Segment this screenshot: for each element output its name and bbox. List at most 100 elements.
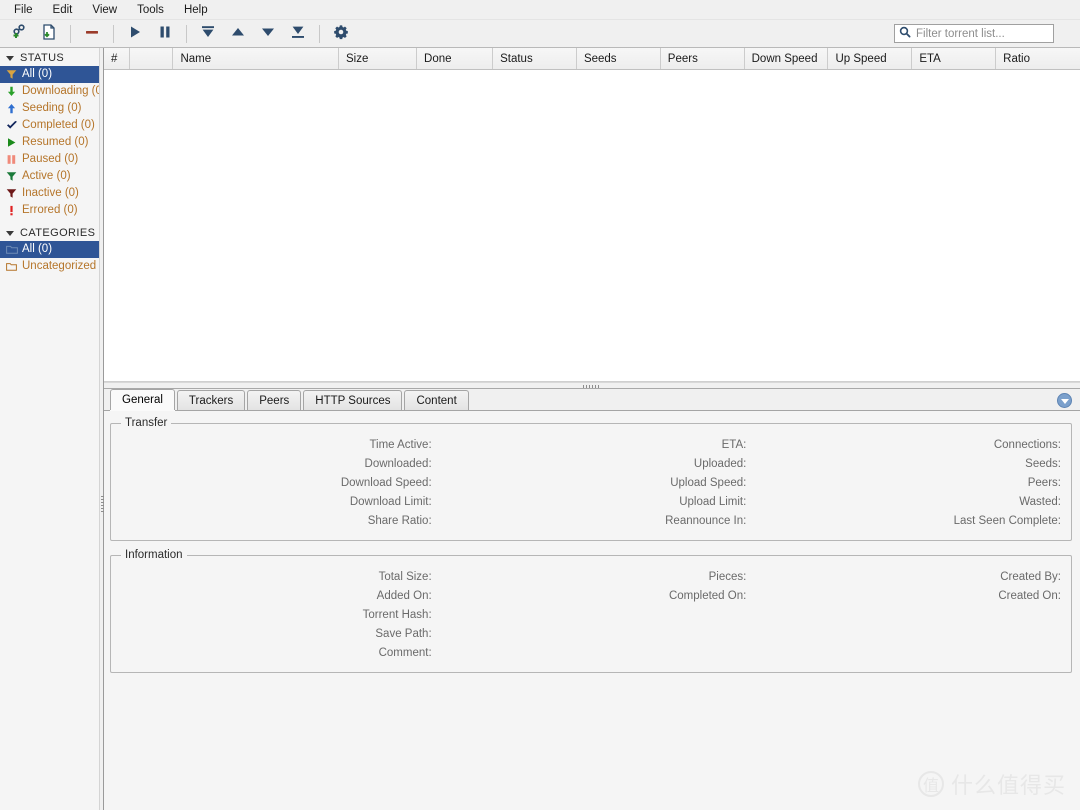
move-bottom-icon	[289, 23, 307, 44]
field-wasted: Wasted:	[1019, 495, 1061, 508]
field-added-on: Added On:	[376, 589, 432, 602]
toolbar-separator-3	[186, 24, 187, 43]
menu-bar: File Edit View Tools Help	[0, 0, 1080, 20]
sidebar-item-uncategorized[interactable]: Uncategorized (0)	[0, 258, 99, 275]
exclamation-icon	[5, 204, 18, 217]
field-peers: Peers:	[1027, 476, 1061, 489]
categories-group-header[interactable]: CATEGORIES	[0, 225, 99, 241]
field-last-seen-complete: Last Seen Complete:	[953, 514, 1061, 527]
information-group: Information Total Size: Pieces: Created …	[110, 549, 1072, 673]
categories-group-label: CATEGORIES	[20, 227, 96, 239]
move-up-icon	[229, 23, 247, 44]
field-total-size: Total Size:	[378, 570, 432, 583]
details-splitter[interactable]	[104, 382, 1080, 389]
column-header-index[interactable]: #	[104, 48, 130, 69]
menu-file[interactable]: File	[4, 1, 43, 19]
menu-help[interactable]: Help	[174, 1, 218, 19]
remove-button[interactable]	[77, 21, 107, 47]
tab-trackers[interactable]: Trackers	[176, 390, 246, 410]
funnel-icon	[5, 170, 18, 183]
sidebar-item-active[interactable]: Active (0)	[0, 168, 99, 185]
pause-icon	[5, 153, 18, 166]
filter-search-box[interactable]	[894, 24, 1070, 43]
column-header-seeds[interactable]: Seeds	[577, 48, 661, 69]
search-icon	[899, 26, 911, 41]
tab-peers[interactable]: Peers	[247, 390, 302, 410]
tab-general[interactable]: General	[110, 389, 175, 410]
torrent-list-body[interactable]	[104, 70, 1080, 381]
queue-bottom-button[interactable]	[283, 21, 313, 47]
general-details-panel: Transfer Time Active: ETA: Connections: …	[104, 411, 1080, 810]
queue-down-button[interactable]	[253, 21, 283, 47]
sidebar-item-seeding[interactable]: Seeding (0)	[0, 100, 99, 117]
column-header-icon[interactable]	[130, 48, 174, 69]
funnel-icon	[5, 187, 18, 200]
field-share-ratio: Share Ratio:	[367, 514, 432, 527]
column-header-eta[interactable]: ETA	[912, 48, 997, 69]
folder-icon	[5, 243, 18, 256]
column-header-status[interactable]: Status	[493, 48, 577, 69]
field-time-active: Time Active:	[369, 438, 432, 451]
toolbar-separator-2	[113, 24, 114, 43]
field-reannounce-in: Reannounce In:	[665, 514, 747, 527]
add-torrent-link-button[interactable]	[4, 21, 34, 47]
folder-open-icon	[5, 260, 18, 273]
sidebar-splitter[interactable]	[99, 48, 104, 810]
search-input[interactable]	[916, 27, 1070, 40]
menu-edit[interactable]: Edit	[43, 1, 83, 19]
sidebar-item-errored[interactable]: Errored (0)	[0, 202, 99, 219]
sidebar-item-resumed[interactable]: Resumed (0)	[0, 134, 99, 151]
preferences-button[interactable]	[326, 21, 356, 47]
queue-up-button[interactable]	[223, 21, 253, 47]
add-torrent-file-button[interactable]	[34, 21, 64, 47]
sidebar-item-completed[interactable]: Completed (0)	[0, 117, 99, 134]
move-down-icon	[259, 23, 277, 44]
column-header-peers[interactable]: Peers	[661, 48, 745, 69]
sidebar-item-inactive[interactable]: Inactive (0)	[0, 185, 99, 202]
field-pieces: Pieces:	[708, 570, 747, 583]
arrow-up-icon	[5, 102, 18, 115]
funnel-icon	[5, 68, 18, 81]
field-upload-speed: Upload Speed:	[670, 476, 747, 489]
field-torrent-hash: Torrent Hash:	[362, 608, 432, 621]
column-header-size[interactable]: Size	[339, 48, 418, 69]
status-group-header[interactable]: STATUS	[0, 50, 99, 66]
resume-button[interactable]	[120, 21, 150, 47]
column-header-name[interactable]: Name	[173, 48, 340, 69]
field-save-path: Save Path:	[375, 627, 432, 640]
field-completed-on: Completed On:	[668, 589, 747, 602]
field-upload-limit: Upload Limit:	[679, 495, 747, 508]
arrow-down-icon	[5, 85, 18, 98]
field-download-limit: Download Limit:	[349, 495, 432, 508]
remove-icon	[83, 23, 101, 44]
main-toolbar	[0, 20, 1080, 48]
transfer-group-legend: Transfer	[125, 417, 168, 429]
status-group-label: STATUS	[20, 52, 65, 64]
sidebar-item-all-categories[interactable]: All (0)	[0, 241, 99, 258]
menu-view[interactable]: View	[82, 1, 127, 19]
column-header-up-speed[interactable]: Up Speed	[828, 48, 913, 69]
sidebar-item-downloading[interactable]: Downloading (0)	[0, 83, 99, 100]
sidebar-item-label: Uncategorized (0)	[22, 260, 99, 272]
add-torrent-file-icon	[40, 23, 58, 44]
sidebar-item-label: Downloading (0)	[22, 85, 99, 97]
collapse-details-button[interactable]	[1057, 393, 1072, 408]
pause-button[interactable]	[150, 21, 180, 47]
column-header-ratio[interactable]: Ratio	[996, 48, 1080, 69]
field-seeds: Seeds:	[1025, 457, 1061, 470]
play-icon	[5, 136, 18, 149]
tab-http-sources[interactable]: HTTP Sources	[303, 390, 403, 410]
sidebar-item-paused[interactable]: Paused (0)	[0, 151, 99, 168]
field-created-on: Created On:	[998, 589, 1061, 602]
sidebar-item-label: Paused (0)	[22, 153, 79, 165]
column-header-down-speed[interactable]: Down Speed	[745, 48, 829, 69]
tab-content[interactable]: Content	[404, 390, 469, 410]
field-eta: ETA:	[721, 438, 747, 451]
menu-tools[interactable]: Tools	[127, 1, 174, 19]
queue-top-button[interactable]	[193, 21, 223, 47]
sidebar-item-all-status[interactable]: All (0)	[0, 66, 99, 83]
add-torrent-link-icon	[10, 23, 28, 44]
chevron-down-circle-icon	[1060, 398, 1069, 404]
information-group-legend: Information	[125, 549, 183, 561]
column-header-done[interactable]: Done	[417, 48, 494, 69]
